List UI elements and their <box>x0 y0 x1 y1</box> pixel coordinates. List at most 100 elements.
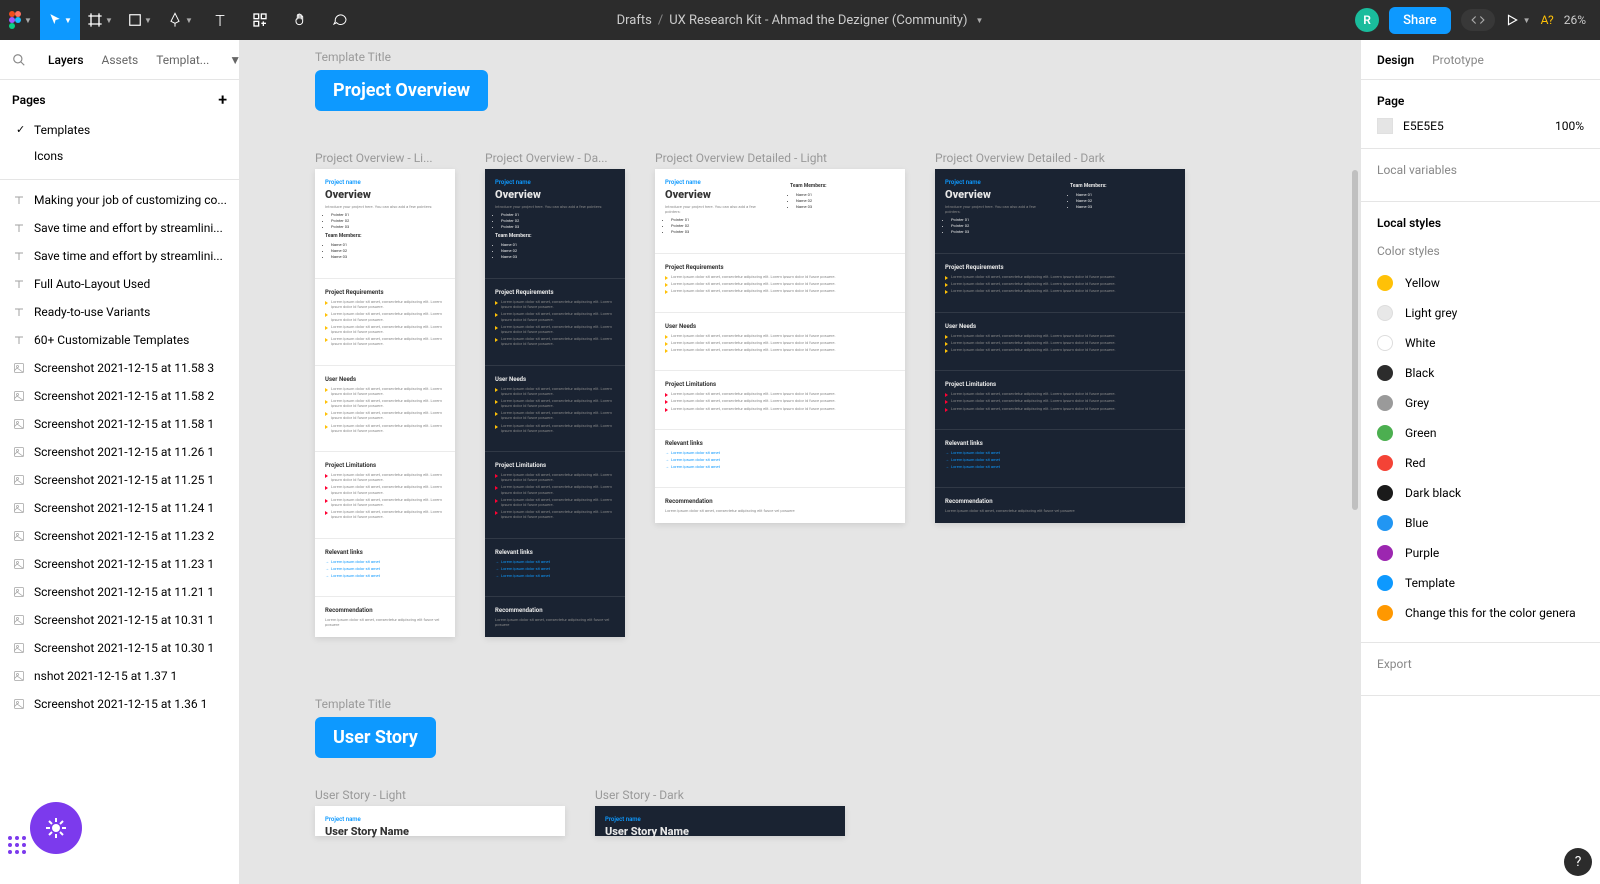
frame-label[interactable]: Project Overview - Da... <box>485 151 625 165</box>
color-style-item[interactable]: Grey <box>1377 388 1584 418</box>
color-style-item[interactable]: Change this for the color genera <box>1377 598 1584 628</box>
shape-tool-button[interactable]: ▼ <box>120 0 160 40</box>
color-name: Blue <box>1405 516 1428 530</box>
page-item[interactable]: Templates <box>12 117 227 143</box>
color-style-item[interactable]: Yellow <box>1377 268 1584 298</box>
widget-drag-dots[interactable] <box>8 836 26 854</box>
page-opacity[interactable]: 100% <box>1555 119 1584 133</box>
plugin-fab-button[interactable] <box>30 802 82 854</box>
frame-tool-button[interactable]: ▼ <box>80 0 120 40</box>
canvas-frame[interactable]: Project nameUser Story Name <box>595 806 845 836</box>
color-style-item[interactable]: Green <box>1377 418 1584 448</box>
text-icon <box>12 305 26 319</box>
canvas-frame[interactable]: Project nameUser Story Name <box>315 806 565 836</box>
layer-item[interactable]: Screenshot 2021-12-15 at 11.58 1 <box>0 410 239 438</box>
local-variables-section[interactable]: Local variables <box>1361 149 1600 202</box>
layer-item[interactable]: Screenshot 2021-12-15 at 11.58 3 <box>0 354 239 382</box>
layer-item[interactable]: Screenshot 2021-12-15 at 1.36 1 <box>0 690 239 718</box>
canvas-frame[interactable]: Project nameOverviewIntroduce your proje… <box>315 169 455 637</box>
page-color-swatch[interactable] <box>1377 118 1393 134</box>
color-style-item[interactable]: Black <box>1377 358 1584 388</box>
frame-label[interactable]: User Story - Dark <box>595 788 845 802</box>
tab-layers[interactable]: Layers <box>48 53 84 67</box>
local-variables-label: Local variables <box>1377 163 1584 177</box>
frame-label[interactable]: Project Overview - Li... <box>315 151 455 165</box>
color-style-item[interactable]: Light grey <box>1377 298 1584 328</box>
layer-item[interactable]: Screenshot 2021-12-15 at 11.24 1 <box>0 494 239 522</box>
layer-item[interactable]: Screenshot 2021-12-15 at 11.21 1 <box>0 578 239 606</box>
breadcrumb-file[interactable]: UX Research Kit - Ahmad the Dezigner (Co… <box>669 13 967 28</box>
color-style-item[interactable]: Red <box>1377 448 1584 478</box>
canvas-scrollbar[interactable] <box>1352 170 1358 510</box>
color-name: Red <box>1405 456 1426 470</box>
breadcrumb-root[interactable]: Drafts <box>617 13 652 28</box>
layer-item[interactable]: Save time and effort by streamlini... <box>0 242 239 270</box>
layer-item[interactable]: Screenshot 2021-12-15 at 11.25 1 <box>0 466 239 494</box>
layer-item[interactable]: Save time and effort by streamlini... <box>0 214 239 242</box>
color-name: Yellow <box>1405 276 1440 290</box>
layer-item[interactable]: Screenshot 2021-12-15 at 11.58 2 <box>0 382 239 410</box>
move-tool-button[interactable]: ▼ <box>40 0 80 40</box>
page-color-value[interactable]: E5E5E5 <box>1403 119 1444 133</box>
resources-button[interactable] <box>240 0 280 40</box>
color-name: Dark black <box>1405 486 1461 500</box>
layer-item[interactable]: Ready-to-use Variants <box>0 298 239 326</box>
tab-assets[interactable]: Assets <box>102 53 139 67</box>
present-button[interactable]: ▼ <box>1505 0 1531 40</box>
right-panel: Design Prototype Page E5E5E5 100% Local … <box>1360 40 1600 884</box>
color-style-item[interactable]: White <box>1377 328 1584 358</box>
page-item[interactable]: Icons <box>12 143 227 169</box>
frame-label[interactable]: Project Overview Detailed - Dark <box>935 151 1185 165</box>
layer-item[interactable]: Screenshot 2021-12-15 at 11.26 1 <box>0 438 239 466</box>
text-icon <box>12 221 26 235</box>
section-title-user-story[interactable]: User Story <box>315 717 436 758</box>
color-style-item[interactable]: Dark black <box>1377 478 1584 508</box>
layer-item[interactable]: Screenshot 2021-12-15 at 11.23 1 <box>0 550 239 578</box>
canvas-frame[interactable]: Project nameOverviewIntroduce your proje… <box>935 169 1185 523</box>
figma-menu-button[interactable]: ▼ <box>0 0 40 40</box>
share-button[interactable]: Share <box>1389 7 1451 34</box>
search-icon[interactable] <box>12 53 26 67</box>
export-section[interactable]: Export <box>1361 643 1600 696</box>
page-color-row[interactable]: E5E5E5 100% <box>1377 118 1584 134</box>
layer-item[interactable]: Screenshot 2021-12-15 at 11.23 2 <box>0 522 239 550</box>
comment-tool-button[interactable] <box>320 0 360 40</box>
layer-item[interactable]: Making your job of customizing co... <box>0 186 239 214</box>
help-button[interactable]: ? <box>1564 848 1592 876</box>
color-style-item[interactable]: Template <box>1377 568 1584 598</box>
frame-label[interactable]: Project Overview Detailed - Light <box>655 151 905 165</box>
color-swatch <box>1377 605 1393 621</box>
missing-fonts-badge[interactable]: A? <box>1541 13 1554 27</box>
add-page-button[interactable]: + <box>218 90 227 109</box>
tab-design[interactable]: Design <box>1377 53 1414 67</box>
text-tool-button[interactable]: T <box>200 0 240 40</box>
frame-label[interactable]: User Story - Light <box>315 788 565 802</box>
section-title-project-overview[interactable]: Project Overview <box>315 70 488 111</box>
user-avatar[interactable]: R <box>1355 8 1379 32</box>
dev-mode-toggle[interactable] <box>1461 9 1495 31</box>
layer-item[interactable]: Screenshot 2021-12-15 at 10.31 1 <box>0 606 239 634</box>
color-style-item[interactable]: Purple <box>1377 538 1584 568</box>
layer-item[interactable]: nshot 2021-12-15 at 1.37 1 <box>0 662 239 690</box>
tab-templates[interactable]: Templat... <box>156 53 209 67</box>
color-name: Template <box>1405 576 1455 590</box>
layer-item[interactable]: Screenshot 2021-12-15 at 10.30 1 <box>0 634 239 662</box>
layer-item[interactable]: 60+ Customizable Templates <box>0 326 239 354</box>
zoom-level[interactable]: 26% <box>1564 13 1586 27</box>
color-swatch <box>1377 575 1393 591</box>
image-icon <box>12 669 26 683</box>
canvas[interactable]: Template Title Project Overview Project … <box>240 40 1360 884</box>
color-swatch <box>1377 335 1393 351</box>
chevron-down-icon[interactable]: ▼ <box>975 16 983 25</box>
tab-prototype[interactable]: Prototype <box>1432 53 1484 67</box>
canvas-frame[interactable]: Project nameOverviewIntroduce your proje… <box>655 169 905 523</box>
color-style-item[interactable]: Blue <box>1377 508 1584 538</box>
file-breadcrumb[interactable]: Drafts / UX Research Kit - Ahmad the Dez… <box>617 13 984 28</box>
layer-item[interactable]: Full Auto-Layout Used <box>0 270 239 298</box>
hand-tool-button[interactable] <box>280 0 320 40</box>
color-name: White <box>1405 336 1435 350</box>
right-panel-tabs: Design Prototype <box>1361 40 1600 80</box>
canvas-frame[interactable]: Project nameOverviewIntroduce your proje… <box>485 169 625 637</box>
chevron-down-icon[interactable]: ▼ <box>229 53 240 67</box>
pen-tool-button[interactable]: ▼ <box>160 0 200 40</box>
